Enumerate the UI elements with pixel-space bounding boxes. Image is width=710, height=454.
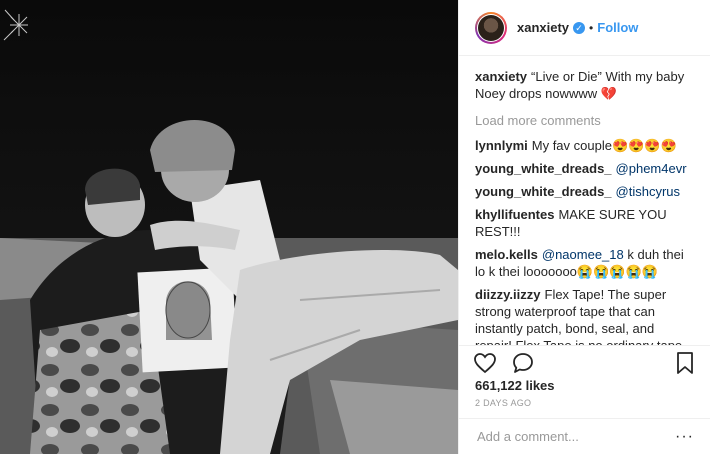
comment-username[interactable]: young_white_dreads_ — [475, 161, 612, 176]
list-item: young_white_dreads_ @tishcyrus — [475, 183, 694, 200]
comment-mention[interactable]: @naomee_18 — [542, 247, 624, 262]
more-options-icon[interactable]: ··· — [675, 428, 694, 446]
heart-icon[interactable] — [473, 351, 497, 375]
list-item: diizzy.iizzy Flex Tape! The super strong … — [475, 286, 694, 345]
comment-input[interactable] — [475, 428, 676, 445]
likes-count[interactable]: 661,122 likes — [475, 378, 555, 393]
avatar[interactable] — [475, 11, 507, 44]
list-item: lynnlymi My fav couple😍😍😍😍 — [475, 137, 694, 154]
comment-username[interactable]: young_white_dreads_ — [475, 184, 612, 199]
avatar-ring — [477, 13, 505, 42]
bookmark-icon[interactable] — [674, 351, 696, 375]
comment-mention[interactable]: @phem4evr — [616, 161, 687, 176]
post-timestamp[interactable]: 2 DAYS AGO — [475, 398, 531, 408]
comment-username[interactable]: melo.kells — [475, 247, 538, 262]
verified-badge-icon: ✓ — [573, 21, 586, 34]
comments-list[interactable]: xanxiety “Live or Die” With my baby Noey … — [459, 56, 710, 345]
header-separator: • — [589, 20, 594, 35]
header-username[interactable]: xanxiety — [517, 20, 569, 35]
photo-illustration — [0, 0, 458, 454]
comment-text: My fav couple😍😍😍😍 — [531, 138, 677, 153]
load-more-comments-button[interactable]: Load more comments — [475, 112, 694, 129]
instagram-post: xanxiety ✓ • Follow xanxiety “Live or Die… — [0, 0, 710, 454]
post-photo[interactable] — [0, 0, 458, 454]
avatar-image — [478, 14, 504, 41]
comment-username[interactable]: khyllifuentes — [475, 207, 554, 222]
list-item: khyllifuentes MAKE SURE YOU REST!!! — [475, 206, 694, 240]
comment-username[interactable]: diizzy.iizzy — [475, 287, 541, 302]
follow-button[interactable]: Follow — [597, 20, 638, 35]
comment-username[interactable]: lynnlymi — [475, 138, 528, 153]
caption-username[interactable]: xanxiety — [475, 69, 527, 84]
list-item: young_white_dreads_ @phem4evr — [475, 160, 694, 177]
comment-mention[interactable]: @tishcyrus — [616, 184, 681, 199]
list-item: melo.kells @naomee_18 k duh thei lo k the… — [475, 246, 694, 280]
post-header: xanxiety ✓ • Follow — [459, 0, 710, 56]
comment-icon[interactable] — [511, 351, 535, 375]
add-comment-bar: ··· — [459, 418, 710, 454]
post-side-panel: xanxiety ✓ • Follow xanxiety “Live or Die… — [458, 0, 710, 454]
caption: xanxiety “Live or Die” With my baby Noey … — [475, 68, 694, 102]
action-bar — [459, 345, 710, 379]
